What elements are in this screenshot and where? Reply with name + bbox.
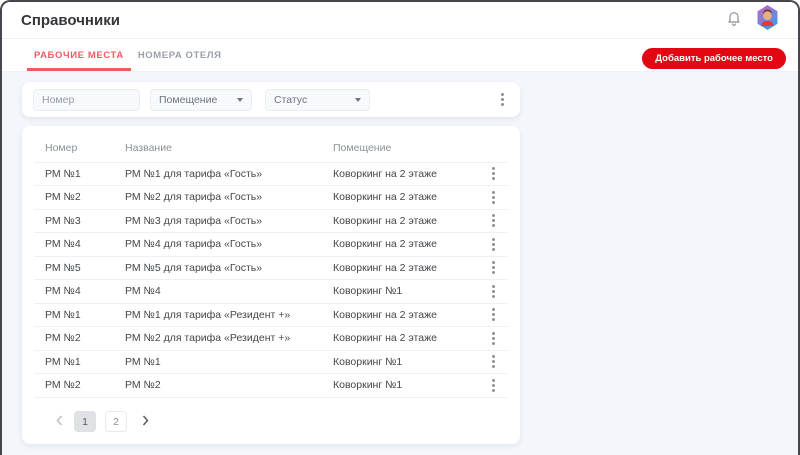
row-actions-kebab-icon[interactable] bbox=[478, 329, 508, 348]
app-window: Справочники РАБОЧИЕ МЕСТА НОМЕРА ОТЕЛЯ Д… bbox=[0, 0, 800, 455]
status-filter-label: Статус bbox=[274, 93, 308, 106]
table-row: РМ №4 РМ №4 для тарифа «Гость» Коворкинг… bbox=[34, 232, 508, 257]
cell-name: РМ №4 для тарифа «Гость» bbox=[114, 232, 322, 257]
cell-number: РМ №1 bbox=[34, 350, 114, 374]
table-row: РМ №3 РМ №3 для тарифа «Гость» Коворкинг… bbox=[34, 209, 508, 233]
chevron-right-icon bbox=[142, 413, 149, 431]
chevron-left-icon bbox=[56, 413, 63, 431]
pagination-next-button[interactable] bbox=[140, 411, 151, 433]
row-actions-kebab-icon[interactable] bbox=[478, 258, 508, 277]
cell-number: РМ №2 bbox=[34, 326, 114, 351]
cell-room: Коворкинг №1 bbox=[322, 350, 478, 374]
cell-number: РМ №4 bbox=[34, 279, 114, 304]
pagination: 1 2 bbox=[34, 398, 508, 433]
workplaces-table-card: Номер Название Помещение РМ №1 РМ №1 для… bbox=[22, 126, 520, 444]
cell-number: РМ №3 bbox=[34, 209, 114, 233]
caret-down-icon bbox=[237, 97, 243, 102]
cell-number: РМ №4 bbox=[34, 232, 114, 257]
cell-room: Коворкинг №1 bbox=[322, 373, 478, 398]
tab-workplaces[interactable]: РАБОЧИЕ МЕСТА bbox=[27, 39, 131, 71]
bell-icon bbox=[726, 9, 742, 32]
cell-room: Коворкинг на 2 этаже bbox=[322, 326, 478, 351]
cell-room: Коворкинг на 2 этаже bbox=[322, 232, 478, 257]
caret-down-icon bbox=[355, 97, 361, 102]
table-row: РМ №1 РМ №1 для тарифа «Гость» Коворкинг… bbox=[34, 162, 508, 186]
user-avatar[interactable] bbox=[756, 5, 779, 35]
cell-number: РМ №2 bbox=[34, 185, 114, 210]
cell-name: РМ №1 bbox=[114, 350, 322, 374]
workplaces-table: Номер Название Помещение РМ №1 РМ №1 для… bbox=[34, 134, 508, 398]
table-header-row: Номер Название Помещение bbox=[34, 134, 508, 163]
table-row: РМ №2 РМ №2 Коворкинг №1 bbox=[34, 373, 508, 398]
filter-actions-kebab-icon[interactable] bbox=[496, 90, 509, 109]
filter-bar: Помещение Статус bbox=[22, 82, 520, 117]
column-header-room: Помещение bbox=[322, 134, 478, 163]
column-header-actions bbox=[478, 134, 508, 163]
notifications-button[interactable] bbox=[726, 9, 742, 32]
number-filter-input[interactable] bbox=[33, 88, 140, 111]
cell-name: РМ №2 bbox=[114, 373, 322, 398]
table-row: РМ №2 РМ №2 для тарифа «Гость» Коворкинг… bbox=[34, 185, 508, 210]
row-actions-kebab-icon[interactable] bbox=[478, 164, 508, 183]
tab-hotel-rooms[interactable]: НОМЕРА ОТЕЛЯ bbox=[131, 39, 229, 71]
row-actions-kebab-icon[interactable] bbox=[478, 188, 508, 207]
cell-number: РМ №2 bbox=[34, 373, 114, 398]
cell-room: Коворкинг на 2 этаже bbox=[322, 303, 478, 327]
cell-number: РМ №1 bbox=[34, 303, 114, 327]
cell-room: Коворкинг на 2 этаже bbox=[322, 185, 478, 210]
table-row: РМ №1 РМ №1 Коворкинг №1 bbox=[34, 350, 508, 374]
cell-room: Коворкинг №1 bbox=[322, 279, 478, 304]
cell-name: РМ №2 для тарифа «Резидент +» bbox=[114, 326, 322, 351]
header: Справочники bbox=[2, 2, 798, 39]
cell-name: РМ №2 для тарифа «Гость» bbox=[114, 185, 322, 210]
row-actions-kebab-icon[interactable] bbox=[478, 352, 508, 371]
table-row: РМ №1 РМ №1 для тарифа «Резидент +» Ково… bbox=[34, 303, 508, 327]
cell-name: РМ №1 для тарифа «Резидент +» bbox=[114, 303, 322, 327]
cell-room: Коворкинг на 2 этаже bbox=[322, 256, 478, 280]
row-actions-kebab-icon[interactable] bbox=[478, 211, 508, 230]
row-actions-kebab-icon[interactable] bbox=[478, 282, 508, 301]
status-filter-select[interactable]: Статус bbox=[265, 88, 370, 111]
row-actions-kebab-icon[interactable] bbox=[478, 376, 508, 395]
cell-name: РМ №1 для тарифа «Гость» bbox=[114, 162, 322, 186]
room-filter-select[interactable]: Помещение bbox=[150, 88, 252, 111]
cell-room: Коворкинг на 2 этаже bbox=[322, 162, 478, 186]
row-actions-kebab-icon[interactable] bbox=[478, 305, 508, 324]
table-row: РМ №2 РМ №2 для тарифа «Резидент +» Ково… bbox=[34, 326, 508, 351]
pagination-prev-button[interactable] bbox=[54, 411, 65, 433]
cell-number: РМ №5 bbox=[34, 256, 114, 280]
cell-name: РМ №3 для тарифа «Гость» bbox=[114, 209, 322, 233]
table-row: РМ №5 РМ №5 для тарифа «Гость» Коворкинг… bbox=[34, 256, 508, 280]
column-header-number: Номер bbox=[34, 134, 114, 163]
cell-number: РМ №1 bbox=[34, 162, 114, 186]
pagination-page-1[interactable]: 1 bbox=[74, 411, 96, 432]
row-actions-kebab-icon[interactable] bbox=[478, 235, 508, 254]
add-workplace-button[interactable]: Добавить рабочее место bbox=[642, 48, 786, 69]
cell-name: РМ №5 для тарифа «Гость» bbox=[114, 256, 322, 280]
cell-room: Коворкинг на 2 этаже bbox=[322, 209, 478, 233]
tab-bar: РАБОЧИЕ МЕСТА НОМЕРА ОТЕЛЯ Добавить рабо… bbox=[2, 39, 798, 72]
hexagon-avatar-icon bbox=[756, 5, 779, 35]
page-title: Справочники bbox=[21, 11, 120, 29]
room-filter-label: Помещение bbox=[159, 93, 218, 106]
column-header-name: Название bbox=[114, 134, 322, 163]
table-row: РМ №4 РМ №4 Коворкинг №1 bbox=[34, 279, 508, 304]
cell-name: РМ №4 bbox=[114, 279, 322, 304]
pagination-page-2[interactable]: 2 bbox=[105, 411, 127, 432]
